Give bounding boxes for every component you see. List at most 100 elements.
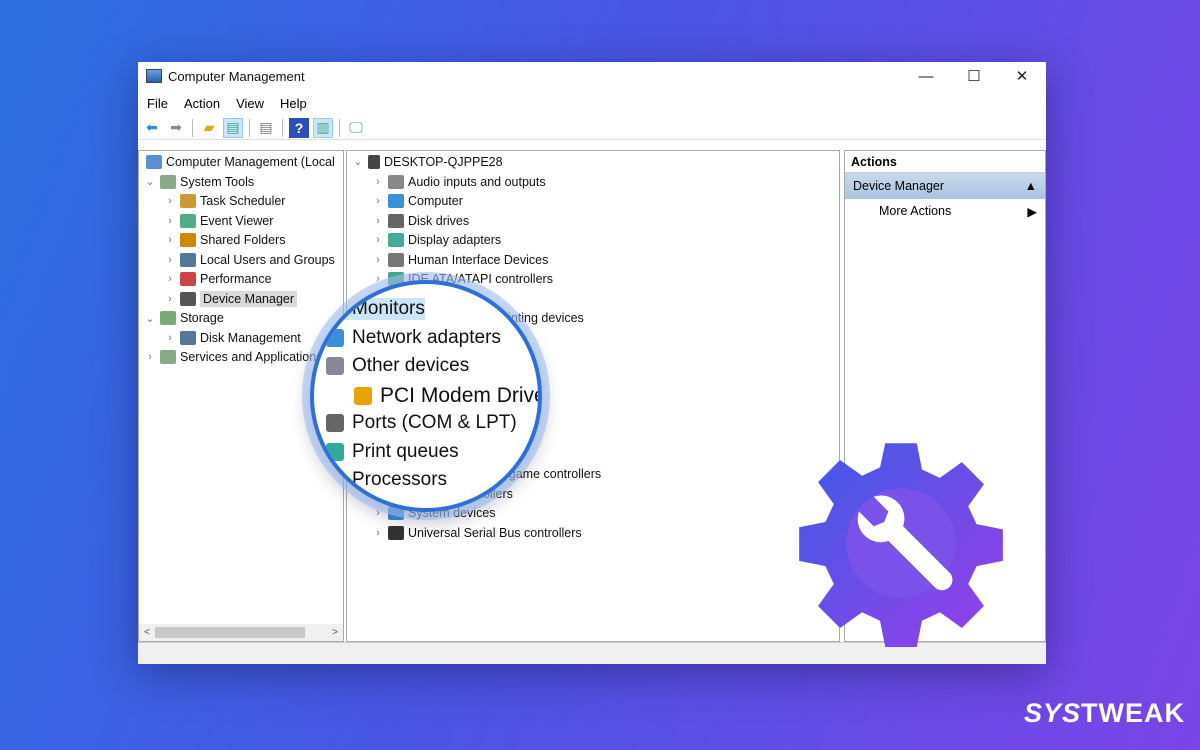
systweak-logo: SYSTWEAK: [1024, 698, 1186, 728]
device-category[interactable]: › Computer: [371, 192, 463, 211]
chevron-right-icon: ›: [376, 175, 380, 188]
help-icon[interactable]: ?: [289, 117, 309, 138]
menu-action[interactable]: Action: [184, 96, 220, 111]
magnified-label: Monitors: [352, 298, 425, 319]
close-button[interactable]: ✕: [998, 62, 1046, 90]
device-category[interactable]: › Universal Serial Bus controllers: [371, 523, 582, 542]
chevron-right-icon: ›: [376, 273, 380, 285]
action-pane-icon[interactable]: ▥: [313, 117, 333, 138]
device-icon: [326, 300, 344, 318]
properties-icon[interactable]: ▤: [256, 118, 276, 138]
device-icon: [388, 194, 404, 208]
device-icon: [326, 328, 344, 347]
tree-item-label: Local Users and Groups: [200, 252, 335, 267]
menu-view[interactable]: View: [236, 96, 264, 111]
magnified-item: Other devices: [326, 355, 469, 377]
title-bar: Computer Management — ☐ ✕: [138, 62, 1046, 90]
tree-item[interactable]: › Services and Applications: [143, 348, 322, 367]
chevron-down-icon: ⌄: [145, 176, 155, 188]
magnified-label: Processors: [352, 469, 448, 490]
device-icon: [388, 233, 404, 247]
tree-item[interactable]: › Disk Management: [163, 328, 301, 347]
device-category[interactable]: › Display adapters: [371, 231, 501, 250]
magnified-item: PCI Modem Driver: [354, 383, 542, 408]
gear-wrench-icon: [799, 443, 1003, 647]
device-label: Audio inputs and outputs: [408, 174, 546, 189]
magnified-item: Processors: [326, 469, 447, 491]
computer-icon: [368, 154, 380, 169]
menu-bar: File Action View Help: [138, 90, 1046, 116]
tree-item[interactable]: › Performance: [163, 270, 272, 289]
window-title: Computer Management: [168, 68, 305, 84]
magnified-label: Other devices: [352, 355, 470, 376]
up-folder-icon[interactable]: ▰: [199, 118, 219, 138]
device-category[interactable]: › Human Interface Devices: [371, 250, 548, 269]
toolbar: ⬅ ➡ ▰ ▤ ▤ ? ▥ 🖵: [138, 116, 1046, 140]
tree-root[interactable]: Computer Management (Local: [143, 152, 335, 171]
more-actions-item[interactable]: More Actions ▶: [845, 199, 1045, 224]
device-icon: [388, 174, 404, 189]
device-label: Universal Serial Bus controllers: [408, 525, 582, 540]
computer-node[interactable]: ⌄ DESKTOP-QJPPE28: [351, 152, 503, 171]
monitor-icon[interactable]: 🖵: [346, 118, 366, 138]
actions-section-device-manager[interactable]: Device Manager ▲: [845, 173, 1045, 199]
chevron-down-icon: ⌄: [353, 156, 363, 168]
device-category[interactable]: › Audio inputs and outputs: [371, 172, 546, 191]
tree-item[interactable]: › Shared Folders: [163, 231, 285, 250]
device-icon: [326, 471, 344, 489]
magnified-label: Ports (COM & LPT): [352, 412, 517, 433]
tree-item[interactable]: › Task Scheduler: [163, 192, 285, 211]
chevron-right-icon: ›: [148, 351, 152, 363]
tree-item-label: Device Manager: [200, 290, 298, 307]
maximize-button[interactable]: ☐: [950, 62, 998, 90]
chevron-right-icon: ›: [376, 526, 380, 539]
forward-icon[interactable]: ➡: [166, 118, 186, 138]
section-label: Device Manager: [853, 179, 945, 193]
chevron-right-icon: ›: [376, 214, 380, 227]
tree-item-label: Performance: [200, 272, 272, 286]
tree-item-label: Disk Management: [200, 330, 301, 345]
chevron-right-icon: ›: [168, 234, 172, 246]
scroll-thumb[interactable]: [155, 627, 305, 638]
tree-item[interactable]: › Local Users and Groups: [163, 250, 335, 269]
device-icon: [388, 213, 404, 228]
chevron-right-icon: ›: [168, 292, 172, 305]
device-icon: [388, 252, 404, 267]
horizontal-scrollbar[interactable]: < >: [139, 624, 343, 641]
menu-help[interactable]: Help: [280, 96, 307, 111]
device-label: Computer: [408, 194, 463, 208]
tree-item-label: System Tools: [180, 174, 255, 189]
tree-label: Computer Management (Local: [166, 154, 335, 169]
tree-item-label: Task Scheduler: [200, 194, 286, 208]
tree-item-icon: [180, 233, 196, 247]
chevron-down-icon: ⌄: [145, 312, 155, 325]
computer-management-icon: [146, 69, 162, 83]
magnified-label: PCI Modem Driver: [380, 383, 542, 407]
device-category[interactable]: › Disk drives: [371, 211, 469, 230]
computer-management-icon: [146, 154, 162, 169]
toolbar-separator: [249, 118, 250, 137]
tree-item[interactable]: ⌄ Storage: [143, 309, 224, 328]
collapse-icon[interactable]: ▲: [1025, 179, 1037, 193]
tree-item[interactable]: › Event Viewer: [163, 211, 273, 230]
tree-item-label: Storage: [180, 311, 224, 325]
chevron-right-icon: ›: [376, 253, 380, 266]
device-icon: [326, 357, 344, 375]
chevron-right-icon: ›: [168, 195, 172, 207]
toolbar-separator: [339, 118, 340, 137]
tree-item[interactable]: › Device Manager: [163, 289, 298, 308]
tree-item-icon: [180, 213, 196, 228]
tree-item-icon: [160, 174, 176, 189]
chevron-right-icon: ›: [168, 273, 172, 285]
tree-item-label: Shared Folders: [200, 233, 286, 247]
minimize-button[interactable]: —: [902, 62, 950, 90]
submenu-arrow-icon: ▶: [1027, 205, 1037, 219]
back-icon[interactable]: ⬅: [142, 118, 162, 138]
magnifier-callout: Monitors Network adapters Other devices PCI…: [310, 280, 542, 512]
device-icon: [388, 525, 404, 540]
show-hide-tree-icon[interactable]: ▤: [223, 117, 243, 138]
magnified-item: Print queues: [326, 441, 459, 463]
menu-file[interactable]: File: [147, 96, 168, 111]
tree-item[interactable]: ⌄ System Tools: [143, 172, 254, 191]
toolbar-separator: [282, 118, 283, 137]
